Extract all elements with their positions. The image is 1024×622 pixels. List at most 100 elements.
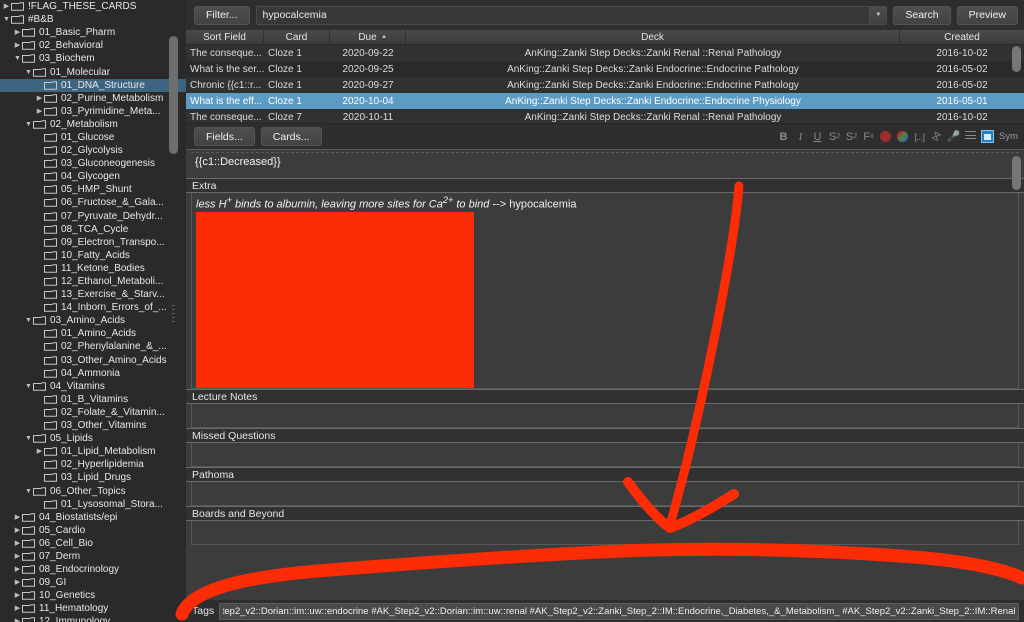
chevron-down-icon[interactable] [2,13,11,26]
sidebar-item-05-cardio[interactable]: 05_Cardio [0,524,186,537]
search-field-wrapper[interactable]: ▼ [255,5,888,25]
bold-icon[interactable]: B [775,128,792,146]
sidebar-item-01-lipid-metabolism[interactable]: 01_Lipid_Metabolism [0,445,186,458]
field-extra-input[interactable]: less H+ binds to albumin, leaving more s… [191,193,1019,389]
column-header-sort-field[interactable]: Sort Field [186,30,264,44]
column-header-deck[interactable]: Deck [406,30,900,44]
chevron-down-icon[interactable] [13,52,22,65]
sidebar-item-01-molecular[interactable]: 01_Molecular [0,65,186,78]
sidebar-item-09-gi[interactable]: 09_GI [0,576,186,589]
field-missed-questions-input[interactable] [191,443,1019,467]
column-header-created[interactable]: Created [900,30,1024,44]
chevron-right-icon[interactable] [13,615,22,622]
deck-tree[interactable]: !FLAG_THESE_CARDS#B&B01_Basic_Pharm02_Be… [0,0,186,622]
chevron-right-icon[interactable] [13,537,22,550]
table-scrollbar[interactable] [1012,46,1021,72]
sidebar-item-05-hmp-shunt[interactable]: 05_HMP_Shunt [0,183,186,196]
sidebar-item-10-genetics[interactable]: 10_Genetics [0,589,186,602]
table-row[interactable]: What is the eff... Cloze 1 2020-10-04 AnKin… [186,93,1024,109]
sidebar-item-b-b[interactable]: #B&B [0,13,186,26]
chevron-down-icon[interactable] [24,432,33,445]
chevron-right-icon[interactable] [13,563,22,576]
sidebar-scrollbar[interactable] [169,36,178,154]
sidebar-item-06-cell-bio[interactable]: 06_Cell_Bio [0,537,186,550]
sidebar-item-07-derm[interactable]: 07_Derm [0,550,186,563]
sidebar-item-05-lipids[interactable]: 05_Lipids [0,432,186,445]
sidebar-item-02-hyperlipidemia[interactable]: 02_Hyperlipidemia [0,458,186,471]
cards-button[interactable]: Cards... [260,127,322,146]
sidebar-item-03-other-amino-acids[interactable]: 03_Other_Amino_Acids [0,354,186,367]
sidebar-item-01-basic-pharm[interactable]: 01_Basic_Pharm [0,26,186,39]
sidebar-item-08-endocrinology[interactable]: 08_Endocrinology [0,563,186,576]
chevron-right-icon[interactable] [35,92,44,105]
italic-icon[interactable]: I [792,128,809,146]
search-input[interactable] [256,6,870,24]
sidebar-item-04-ammonia[interactable]: 04_Ammonia [0,367,186,380]
mathjax-icon[interactable] [979,128,996,146]
symbols-label[interactable]: Sym [996,128,1018,146]
note-editor-fields[interactable]: {{c1::Decreased}} Extra less H+ binds to… [186,149,1024,599]
editor-scrollbar[interactable] [1012,156,1021,190]
sidebar-item-14-inborn-errors-of[interactable]: 14_Inborn_Errors_of_... [0,301,186,314]
sidebar-item-03-gluconeogenesis[interactable]: 03_Gluconeogenesis [0,157,186,170]
attach-media-icon[interactable]: ⧖ [928,128,945,146]
html-editor-icon[interactable] [962,128,979,146]
column-header-due[interactable]: Due ▲ [330,30,406,44]
sidebar-item-09-electron-transpo[interactable]: 09_Electron_Transpo... [0,236,186,249]
sidebar-item-01-dna-structure[interactable]: 01_DNA_Structure [0,78,186,92]
sidebar-item-08-tca-cycle[interactable]: 08_TCA_Cycle [0,223,186,236]
superscript-icon[interactable]: S2 [826,128,843,146]
field-pathoma-input[interactable] [191,482,1019,506]
sidebar-item-02-glycolysis[interactable]: 02_Glycolysis [0,144,186,157]
chevron-down-icon[interactable] [24,118,33,131]
cloze-deletion-icon[interactable]: [...] [911,128,928,146]
sidebar-item-04-biostatists-epi[interactable]: 04_Biostatists/epi [0,511,186,524]
chevron-down-icon[interactable] [24,314,33,327]
sidebar-item-03-lipid-drugs[interactable]: 03_Lipid_Drugs [0,471,186,484]
remove-formatting-icon[interactable]: Fx [860,128,877,146]
deck-sidebar[interactable]: !FLAG_THESE_CARDS#B&B01_Basic_Pharm02_Be… [0,0,186,622]
cards-table[interactable]: Sort Field Card Due ▲ Deck Created The c… [186,30,1024,124]
filter-button[interactable]: Filter... [194,5,250,25]
chevron-right-icon[interactable] [35,105,44,118]
table-row[interactable]: The conseque... Cloze 1 2020-09-22 AnKing::… [186,45,1024,61]
chevron-right-icon[interactable] [13,39,22,52]
preview-button[interactable]: Preview [956,5,1018,25]
chevron-right-icon[interactable] [13,511,22,524]
sidebar-item-06-fructose-gala[interactable]: 06_Fructose_&_Gala... [0,196,186,209]
text-color-swatch[interactable] [877,128,894,146]
chevron-right-icon[interactable] [35,445,44,458]
change-color-swatch[interactable] [894,128,911,146]
table-body[interactable]: The conseque... Cloze 1 2020-09-22 AnKing::… [186,45,1024,123]
record-audio-icon[interactable]: 🎤 [945,128,962,146]
sidebar-item-flag-these-cards[interactable]: !FLAG_THESE_CARDS [0,0,186,13]
sidebar-item-11-hematology[interactable]: 11_Hematology [0,602,186,615]
chevron-down-icon[interactable] [24,485,33,498]
sidebar-item-13-exercise-starv[interactable]: 13_Exercise_&_Starv... [0,288,186,301]
sidebar-item-02-phenylalanine[interactable]: 02_Phenylalanine_&_... [0,340,186,353]
chevron-right-icon[interactable] [13,589,22,602]
field-boards-and-beyond-input[interactable] [191,521,1019,545]
sidebar-item-01-b-vitamins[interactable]: 01_B_Vitamins [0,393,186,406]
underline-icon[interactable]: U [809,128,826,146]
tags-input[interactable] [219,602,1019,620]
sidebar-item-03-other-vitamins[interactable]: 03_Other_Vitamins [0,419,186,432]
sidebar-item-11-ketone-bodies[interactable]: 11_Ketone_Bodies [0,262,186,275]
table-row[interactable]: What is the ser... Cloze 1 2020-09-25 AnKin… [186,61,1024,77]
sidebar-item-07-pyruvate-dehydr[interactable]: 07_Pyruvate_Dehydr... [0,210,186,223]
field-text-input[interactable]: {{c1::Decreased}} [191,153,1019,178]
sidebar-item-02-behavioral[interactable]: 02_Behavioral [0,39,186,52]
sidebar-item-06-other-topics[interactable]: 06_Other_Topics [0,484,186,497]
field-lecture-notes-input[interactable] [191,404,1019,428]
chevron-right-icon[interactable] [13,26,22,39]
chevron-right-icon[interactable] [13,550,22,563]
chevron-down-icon[interactable]: ▼ [869,6,887,24]
sidebar-item-01-lysosomal-stora[interactable]: 01_Lysosomal_Stora... [0,498,186,511]
sidebar-item-04-glycogen[interactable]: 04_Glycogen [0,170,186,183]
sidebar-resize-grip[interactable] [172,305,175,327]
sidebar-item-02-purine-metabolism[interactable]: 02_Purine_Metabolism [0,92,186,105]
sidebar-item-12-ethanol-metaboli[interactable]: 12_Ethanol_Metaboli... [0,275,186,288]
sidebar-item-02-folate-vitamin[interactable]: 02_Folate_&_Vitamin... [0,406,186,419]
sidebar-item-03-biochem[interactable]: 03_Biochem [0,52,186,65]
column-header-card[interactable]: Card [264,30,330,44]
